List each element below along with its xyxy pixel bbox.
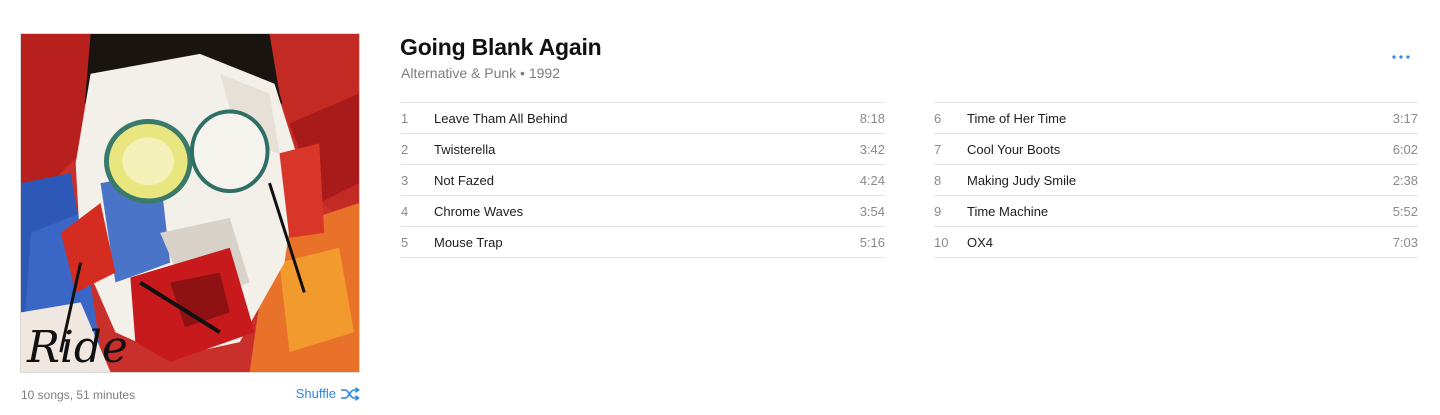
- song-count: 10 songs, 51 minutes: [21, 388, 136, 402]
- track-row[interactable]: 7 Cool Your Boots 6:02: [934, 134, 1418, 165]
- track-row[interactable]: 5 Mouse Trap 5:16: [401, 227, 885, 258]
- album-artwork-image: Ride: [21, 34, 359, 372]
- track-row[interactable]: 4 Chrome Waves 3:54: [401, 196, 885, 227]
- track-number: 10: [934, 235, 949, 250]
- track-title: Cool Your Boots: [967, 142, 1061, 157]
- album-title: Going Blank Again: [400, 34, 602, 60]
- track-number: 3: [401, 173, 409, 188]
- track-duration: 6:02: [1392, 142, 1418, 157]
- track-number: 1: [401, 111, 409, 126]
- track-title: Leave Tham All Behind: [434, 111, 568, 126]
- track-title: Time of Her Time: [967, 111, 1067, 126]
- track-title: Not Fazed: [434, 173, 494, 188]
- artwork-band-lettering: Ride: [26, 322, 128, 372]
- album-artwork[interactable]: Ride: [20, 33, 360, 373]
- album-caption: 10 songs, 51 minutes Shuffle: [20, 386, 360, 404]
- track-row[interactable]: 2 Twisterella 3:42: [401, 134, 885, 165]
- track-title: Mouse Trap: [434, 235, 503, 250]
- track-duration: 4:24: [859, 173, 885, 188]
- track-duration: 5:16: [859, 235, 885, 250]
- track-row[interactable]: 10 OX4 7:03: [934, 227, 1418, 258]
- track-duration: 8:18: [859, 111, 885, 126]
- track-number: 7: [934, 142, 942, 157]
- track-duration: 7:03: [1392, 235, 1418, 250]
- track-title: Chrome Waves: [434, 204, 524, 219]
- track-number: 4: [401, 204, 409, 219]
- track-duration: 3:17: [1392, 111, 1418, 126]
- track-duration: 5:52: [1392, 204, 1418, 219]
- track-title: Making Judy Smile: [967, 173, 1077, 188]
- shuffle-button[interactable]: Shuffle: [296, 386, 360, 401]
- shuffle-label: Shuffle: [295, 386, 336, 401]
- track-duration: 3:54: [859, 204, 885, 219]
- track-number: 9: [934, 204, 942, 219]
- album-page: Ride 10 songs, 51 minutes Shuffle Going …: [0, 0, 1440, 415]
- track-title: Time Machine: [967, 204, 1049, 219]
- track-list-column-2: 6 Time of Her Time 3:17 7 Cool Your Boot…: [934, 102, 1418, 258]
- shuffle-icon: [341, 386, 360, 401]
- track-row[interactable]: 3 Not Fazed 4:24: [401, 165, 885, 196]
- more-icon: [1392, 55, 1410, 59]
- track-row[interactable]: 8 Making Judy Smile 2:38: [934, 165, 1418, 196]
- track-number: 2: [401, 142, 409, 157]
- more-options-button[interactable]: [1388, 48, 1414, 66]
- track-duration: 3:42: [859, 142, 885, 157]
- track-duration: 2:38: [1392, 173, 1418, 188]
- track-title: OX4: [967, 235, 994, 250]
- track-row[interactable]: 9 Time Machine 5:52: [934, 196, 1418, 227]
- track-number: 8: [934, 173, 942, 188]
- track-row[interactable]: 6 Time of Her Time 3:17: [934, 103, 1418, 134]
- track-number: 5: [401, 235, 409, 250]
- track-list-column-1: 1 Leave Tham All Behind 8:18 2 Twisterel…: [401, 102, 885, 258]
- album-genre-year: Alternative & Punk • 1992: [401, 65, 560, 81]
- track-title: Twisterella: [434, 142, 496, 157]
- track-number: 6: [934, 111, 942, 126]
- track-row[interactable]: 1 Leave Tham All Behind 8:18: [401, 103, 885, 134]
